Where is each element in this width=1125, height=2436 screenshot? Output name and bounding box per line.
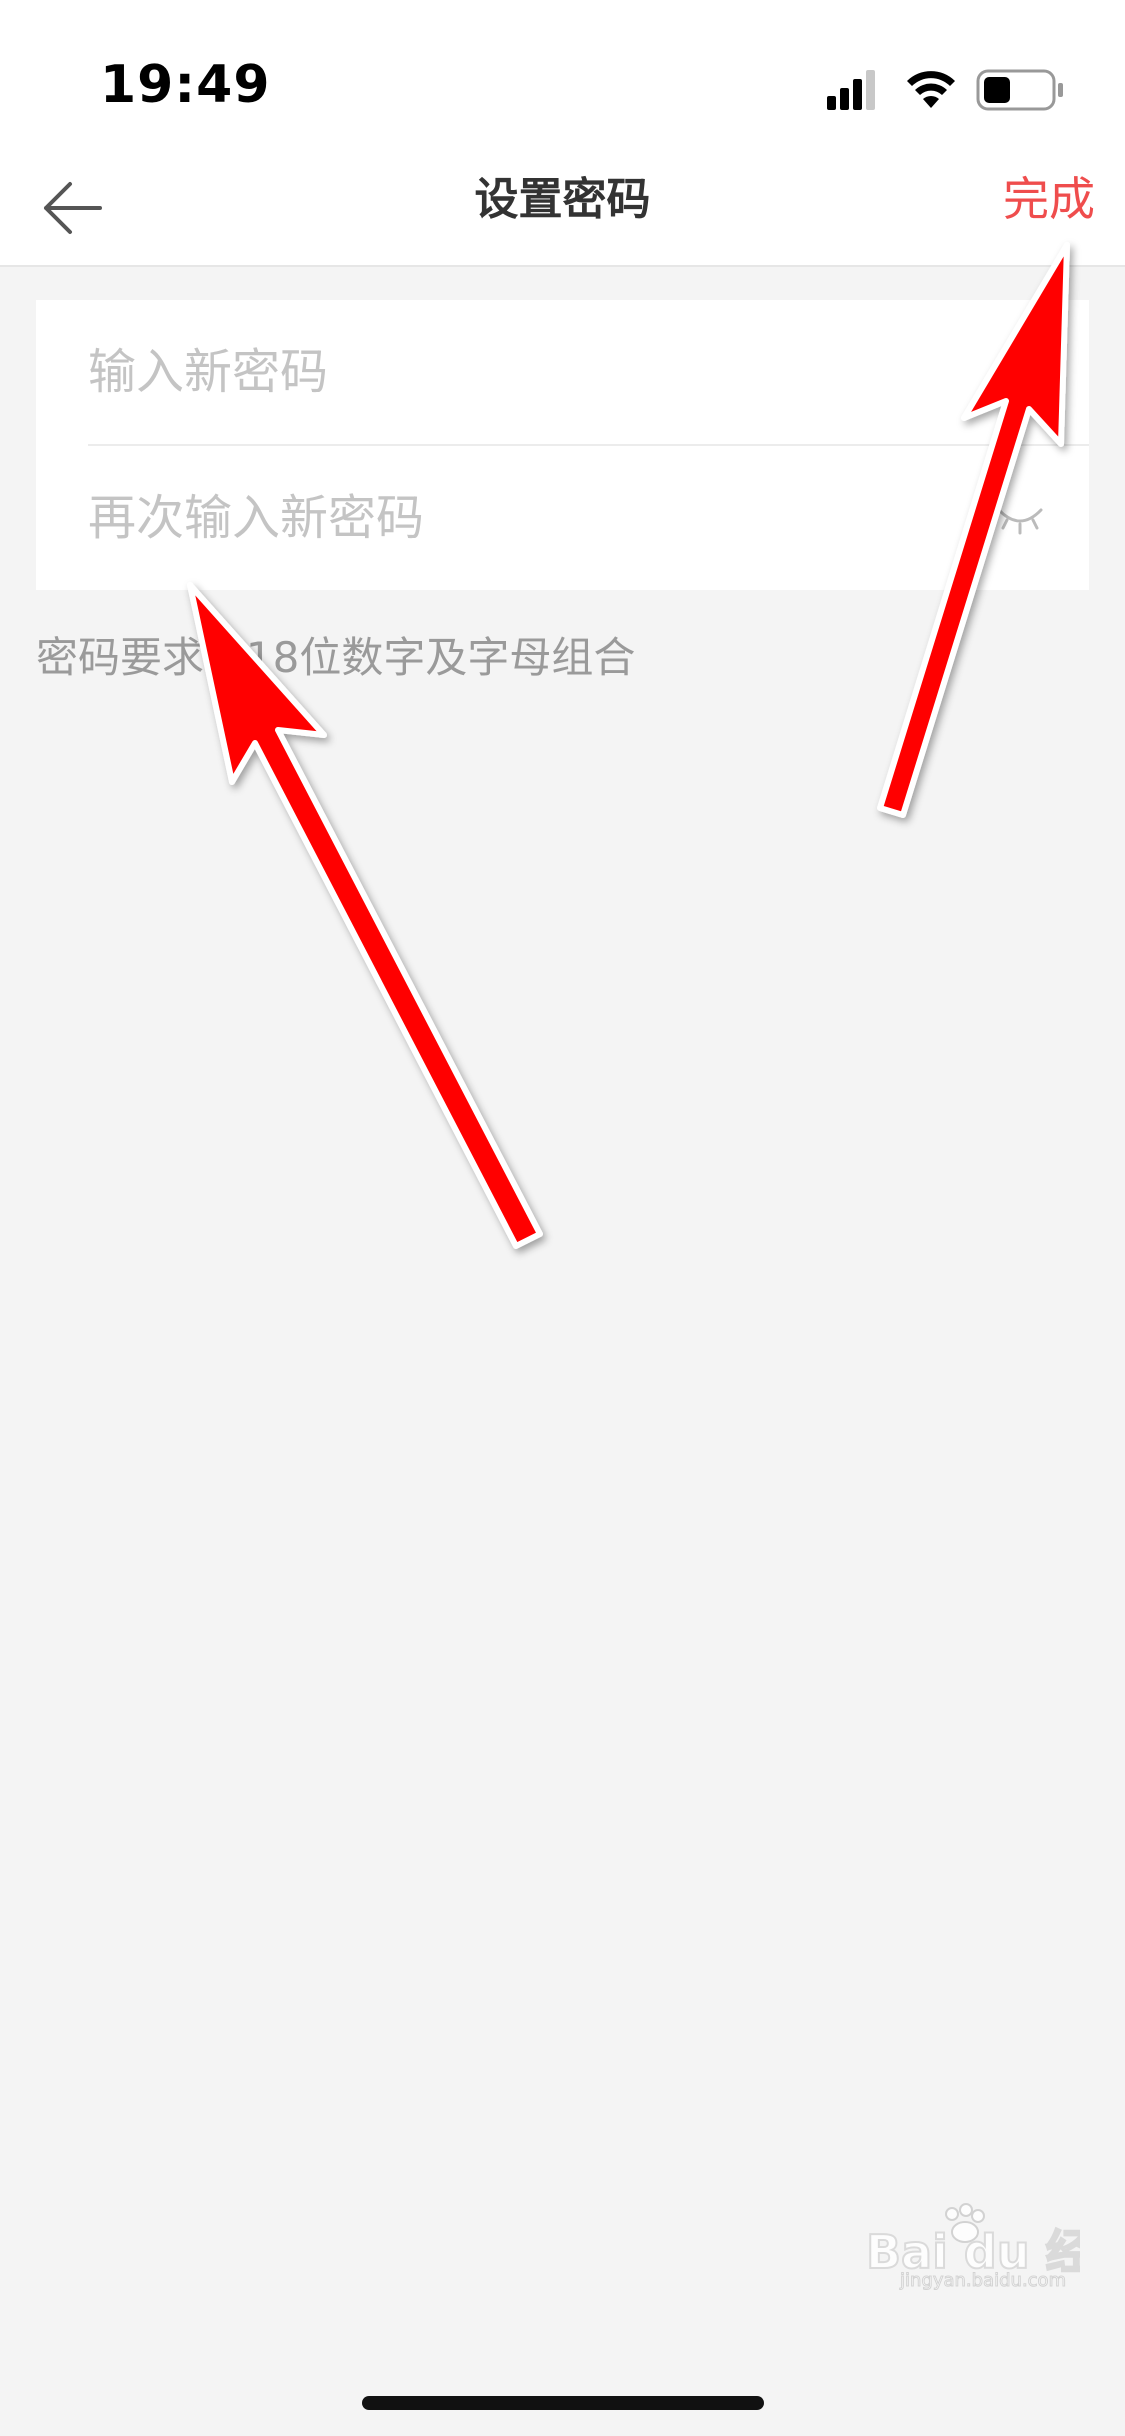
battery-icon [976,69,1063,111]
status-bar: 19:49 [0,0,1125,150]
status-icons [827,69,1063,111]
home-indicator[interactable] [362,2396,764,2410]
signal-icon [827,70,875,110]
confirm-password-input[interactable] [88,446,988,590]
confirm-password-row [88,446,1089,590]
baidu-jingyan-watermark: Bai du 经验 jingyan.baidu.com [865,2203,1080,2290]
page-title: 设置密码 [474,174,651,225]
new-password-input[interactable] [88,300,988,444]
done-button[interactable]: 完成 [1003,166,1095,232]
wifi-icon [907,71,955,108]
password-requirement-hint: 密码要求6-18位数字及字母组合 [36,633,636,682]
status-time: 19:49 [100,55,271,115]
new-password-row [88,300,1089,446]
eye-icon[interactable] [995,500,1045,536]
password-form [36,300,1089,590]
navigation-bar: 设置密码 完成 [0,150,1125,267]
watermark-url: jingyan.baidu.com [899,2270,1066,2290]
